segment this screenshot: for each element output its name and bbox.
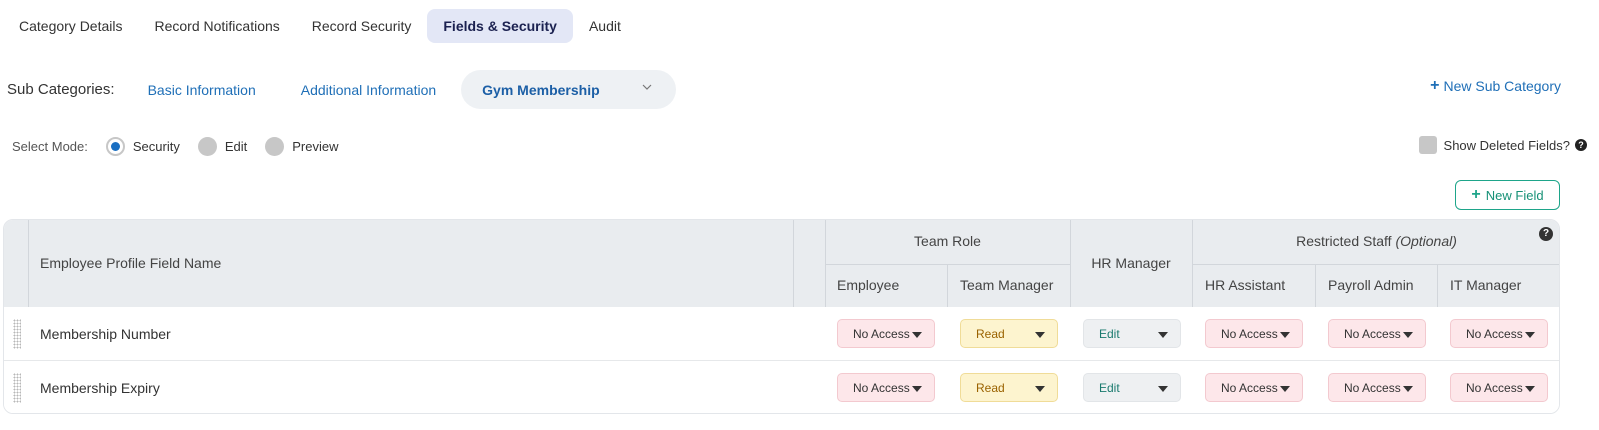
- access-select-payroll-admin[interactable]: No Access: [1328, 373, 1426, 402]
- access-select-payroll-admin[interactable]: No Access: [1328, 319, 1426, 348]
- caret-down-icon: [1403, 332, 1413, 338]
- access-value: No Access: [1221, 326, 1278, 341]
- group-divider: [1192, 264, 1559, 265]
- caret-down-icon: [1280, 332, 1290, 338]
- access-value: No Access: [1344, 326, 1401, 341]
- new-sub-category-label: New Sub Category: [1443, 78, 1561, 94]
- access-value: Edit: [1099, 380, 1120, 395]
- radio-icon: [265, 136, 285, 156]
- access-select-it-manager[interactable]: No Access: [1450, 319, 1548, 348]
- field-name: Membership Expiry: [40, 380, 160, 396]
- column-header-employee: Employee: [837, 277, 900, 293]
- caret-down-icon: [1035, 386, 1045, 392]
- caret-down-icon: [912, 332, 922, 338]
- column-header-payroll-admin: Payroll Admin: [1328, 277, 1414, 293]
- tab-category-details[interactable]: Category Details: [0, 9, 139, 43]
- restricted-staff-header: Restricted Staff (Optional): [1192, 233, 1559, 249]
- tab-fields-security[interactable]: Fields & Security: [427, 9, 573, 43]
- radio-selected-icon: [105, 136, 125, 156]
- mode-selector: Select Mode: Security Edit Preview: [12, 135, 357, 157]
- access-value: No Access: [853, 380, 910, 395]
- subcategories-label: Sub Categories:: [7, 81, 115, 98]
- column-header-it-manager: IT Manager: [1450, 277, 1522, 293]
- restricted-staff-label: Restricted Staff: [1296, 233, 1392, 249]
- column-header-hr-assistant: HR Assistant: [1205, 277, 1286, 293]
- caret-down-icon: [1280, 386, 1290, 392]
- caret-down-icon: [1403, 386, 1413, 392]
- group-divider: [825, 264, 1070, 265]
- access-select-team-manager[interactable]: Read: [960, 319, 1058, 348]
- table-row: Membership Number No Access Read Edit No…: [4, 307, 1559, 361]
- show-deleted-label: Show Deleted Fields?: [1443, 137, 1570, 153]
- plus-icon: +: [1471, 186, 1481, 203]
- new-field-label: New Field: [1485, 187, 1544, 203]
- help-icon[interactable]: ?: [1575, 139, 1587, 151]
- access-value: No Access: [1466, 380, 1523, 395]
- tab-bar: Category Details Record Notifications Re…: [0, 9, 637, 43]
- subcategory-bar: Sub Categories: Basic Information Additi…: [7, 70, 677, 109]
- field-name: Membership Number: [40, 326, 171, 342]
- access-select-hr-assistant[interactable]: No Access: [1205, 373, 1303, 402]
- show-deleted-checkbox[interactable]: [1418, 136, 1437, 154]
- caret-down-icon: [1158, 332, 1168, 338]
- access-select-employee[interactable]: No Access: [837, 373, 935, 402]
- column-header-team-manager: Team Manager: [960, 277, 1054, 293]
- help-icon[interactable]: ?: [1539, 227, 1553, 241]
- mode-edit-label: Edit: [224, 138, 248, 154]
- subcategory-active-label: Gym Membership: [482, 81, 600, 98]
- mode-label: Select Mode:: [12, 138, 88, 154]
- chevron-down-icon: [642, 84, 652, 90]
- access-select-employee[interactable]: No Access: [837, 319, 935, 348]
- tab-record-security[interactable]: Record Security: [296, 9, 428, 43]
- subcategory-basic-information[interactable]: Basic Information: [148, 82, 256, 98]
- mode-security-radio[interactable]: Security: [105, 136, 180, 156]
- access-select-hr-manager[interactable]: Edit: [1083, 373, 1181, 402]
- mode-edit-radio[interactable]: Edit: [197, 136, 248, 156]
- subcategory-additional-information[interactable]: Additional Information: [301, 82, 436, 98]
- access-select-team-manager[interactable]: Read: [960, 373, 1058, 402]
- caret-down-icon: [912, 386, 922, 392]
- access-value: Read: [976, 380, 1005, 395]
- drag-handle-icon[interactable]: [13, 319, 21, 349]
- caret-down-icon: [1525, 332, 1535, 338]
- restricted-staff-note: (Optional): [1395, 233, 1457, 249]
- tab-record-notifications[interactable]: Record Notifications: [139, 9, 296, 43]
- new-field-button[interactable]: + New Field: [1455, 180, 1560, 210]
- access-value: No Access: [1344, 380, 1401, 395]
- mode-preview-radio[interactable]: Preview: [265, 136, 339, 156]
- drag-handle-icon[interactable]: [13, 373, 21, 403]
- caret-down-icon: [1525, 386, 1535, 392]
- new-sub-category-button[interactable]: + New Sub Category: [1430, 77, 1561, 95]
- access-value: Edit: [1099, 326, 1120, 341]
- field-name-header: Employee Profile Field Name: [40, 255, 222, 271]
- access-value: No Access: [1466, 326, 1523, 341]
- access-value: No Access: [853, 326, 910, 341]
- plus-icon: +: [1430, 77, 1440, 94]
- caret-down-icon: [1035, 332, 1045, 338]
- access-value: Read: [976, 326, 1005, 341]
- access-select-it-manager[interactable]: No Access: [1450, 373, 1548, 402]
- access-value: No Access: [1221, 380, 1278, 395]
- team-role-header: Team Role: [914, 233, 981, 249]
- radio-icon: [197, 136, 217, 156]
- tab-audit[interactable]: Audit: [573, 9, 637, 43]
- show-deleted-fields: Show Deleted Fields? ?: [1418, 136, 1587, 154]
- fields-security-table: Employee Profile Field Name Team Role HR…: [3, 219, 1560, 414]
- access-select-hr-assistant[interactable]: No Access: [1205, 319, 1303, 348]
- hr-manager-header: HR Manager: [1091, 255, 1171, 271]
- subcategory-gym-membership-select[interactable]: Gym Membership: [461, 70, 677, 109]
- mode-security-label: Security: [132, 138, 180, 154]
- access-select-hr-manager[interactable]: Edit: [1083, 319, 1181, 348]
- table-row: Membership Expiry No Access Read Edit No…: [4, 361, 1559, 413]
- caret-down-icon: [1158, 386, 1168, 392]
- mode-preview-label: Preview: [292, 138, 339, 154]
